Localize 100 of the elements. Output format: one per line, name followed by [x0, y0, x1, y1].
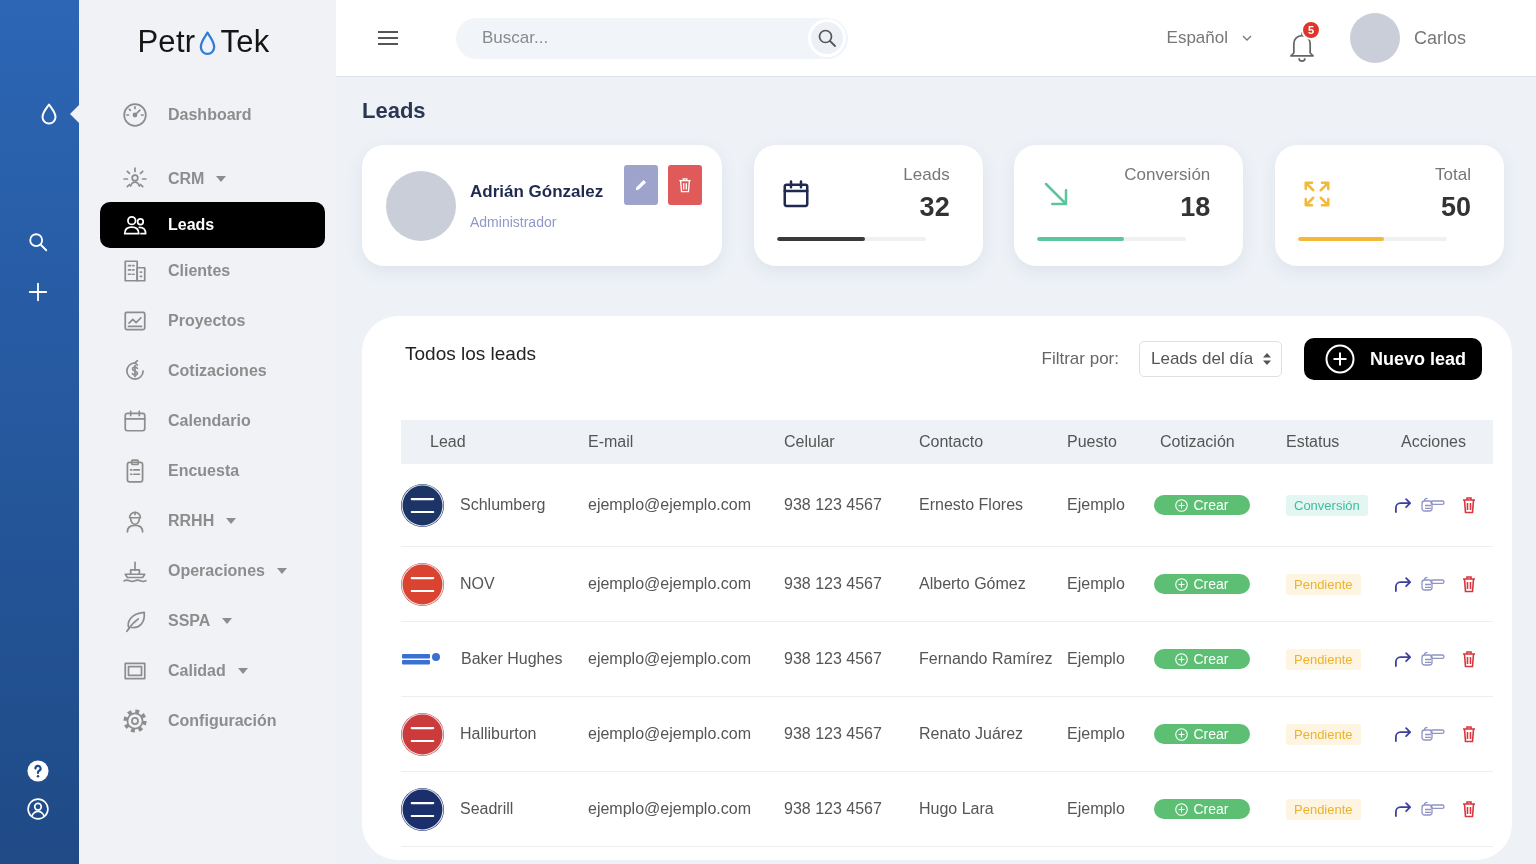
- create-quote-button[interactable]: Crear: [1154, 799, 1250, 819]
- create-quote-button[interactable]: Crear: [1154, 574, 1250, 594]
- plus-circle-icon: [1175, 652, 1189, 666]
- sidebar-item[interactable]: SSPA: [100, 598, 325, 644]
- status-badge: Pendiente: [1286, 573, 1361, 595]
- user-icon[interactable]: [26, 798, 49, 820]
- column-header: Celular: [784, 433, 836, 451]
- profile-role: Administrador: [470, 213, 557, 230]
- sidebar-item[interactable]: Dashboard: [100, 92, 325, 138]
- create-quote-button[interactable]: Crear: [1154, 495, 1250, 515]
- sidebar-item[interactable]: Operaciones: [100, 548, 325, 594]
- trash-icon[interactable]: [1462, 496, 1476, 514]
- search-icon[interactable]: [26, 231, 49, 253]
- logo-text: Petr: [137, 24, 196, 60]
- contact-name: Fernando Ramírez: [919, 650, 1053, 668]
- create-quote-button[interactable]: Crear: [1154, 649, 1250, 669]
- logo-text: Tek: [220, 24, 270, 60]
- pointing-hand-icon[interactable]: [1421, 497, 1445, 513]
- sidebar-item[interactable]: Encuesta: [100, 448, 325, 494]
- email-text: ejemplo@ejemplo.com: [588, 496, 751, 514]
- gauge-icon: [122, 102, 148, 128]
- new-lead-button[interactable]: Nuevo lead: [1304, 338, 1482, 380]
- lead-name: Seadrill: [460, 800, 514, 818]
- status-badge: Pendiente: [1286, 798, 1361, 820]
- plus-circle-icon: [1175, 498, 1189, 512]
- chart-icon: [122, 308, 148, 334]
- sidebar-item[interactable]: Leads: [100, 202, 325, 248]
- email-text: ejemplo@ejemplo.com: [588, 575, 751, 593]
- lead-name: Halliburton: [460, 725, 537, 743]
- help-icon[interactable]: [26, 760, 49, 782]
- panel-title: Todos los leads: [405, 343, 536, 365]
- settings-icon: [122, 708, 148, 734]
- pointing-hand-icon[interactable]: [1421, 576, 1445, 592]
- pointing-hand-icon[interactable]: [1421, 726, 1445, 742]
- search-button[interactable]: [808, 17, 848, 59]
- pencil-icon: [634, 177, 648, 193]
- email-text: ejemplo@ejemplo.com: [588, 725, 751, 743]
- menu-icon[interactable]: [378, 31, 398, 45]
- language-select[interactable]: Español: [1166, 28, 1252, 48]
- search-field[interactable]: Buscar...: [456, 17, 808, 59]
- status-badge: Conversión: [1286, 494, 1368, 516]
- position-text: Ejemplo: [1067, 800, 1125, 818]
- trash-icon[interactable]: [1462, 650, 1476, 668]
- trash-icon: [678, 177, 692, 193]
- sidebar-item[interactable]: Calidad: [100, 648, 325, 694]
- contact-name: Ernesto Flores: [919, 496, 1024, 514]
- position-text: Ejemplo: [1067, 650, 1125, 668]
- building-icon: [122, 258, 148, 284]
- pointing-hand-icon[interactable]: [1421, 801, 1445, 817]
- sidebar-item[interactable]: Proyectos: [100, 298, 325, 344]
- status-badge: Pendiente: [1286, 723, 1361, 745]
- turn-arrow-icon[interactable]: [1394, 801, 1412, 817]
- turn-arrow-icon[interactable]: [1394, 576, 1412, 592]
- trash-icon[interactable]: [1462, 725, 1476, 743]
- plus-icon[interactable]: [26, 281, 49, 303]
- lead-name: Schlumberg: [460, 496, 546, 514]
- column-header: Contacto: [919, 433, 985, 451]
- stat-value: 18: [1180, 191, 1211, 224]
- filter-select[interactable]: Leads del día: [1139, 341, 1282, 377]
- phone-text: 938 123 4567: [784, 725, 882, 743]
- turn-arrow-icon[interactable]: [1394, 726, 1412, 742]
- sidebar-item[interactable]: Clientes: [100, 248, 325, 294]
- sidebar-item[interactable]: Calendario: [100, 398, 325, 444]
- turn-arrow-icon[interactable]: [1394, 651, 1412, 667]
- plus-circle-icon: [1175, 577, 1189, 591]
- trash-icon[interactable]: [1462, 575, 1476, 593]
- position-text: Ejemplo: [1067, 575, 1125, 593]
- column-header: Lead: [429, 433, 467, 451]
- calendar-icon: [780, 179, 811, 209]
- chevron-down-icon: [1242, 35, 1252, 41]
- delete-button[interactable]: [668, 165, 702, 205]
- lead-name: NOV: [460, 575, 495, 593]
- sidebar-item[interactable]: RRHH: [100, 498, 325, 544]
- plus-circle-icon: [1175, 802, 1189, 816]
- trash-icon[interactable]: [1462, 800, 1476, 818]
- stat-label: Total: [1435, 164, 1471, 186]
- position-text: Ejemplo: [1067, 496, 1125, 514]
- up-down-arrows-icon: [1263, 353, 1271, 365]
- lead-name: Baker Hughes: [461, 650, 563, 668]
- pointing-hand-icon[interactable]: [1421, 651, 1445, 667]
- page-title: Leads: [362, 97, 427, 125]
- column-header: Estatus: [1286, 433, 1341, 451]
- column-header: Puesto: [1067, 433, 1118, 451]
- turn-arrow-icon[interactable]: [1394, 497, 1412, 513]
- contact-name: Hugo Lara: [919, 800, 994, 818]
- profile-name: Adrián Gónzalez: [470, 181, 604, 202]
- drop-icon: [198, 30, 218, 58]
- column-header: Acciones: [1400, 433, 1467, 451]
- sidebar-item[interactable]: CRM: [100, 156, 325, 202]
- sidebar-item[interactable]: Configuración: [100, 698, 325, 744]
- notifications-button[interactable]: 5: [1288, 19, 1321, 63]
- search-icon: [808, 19, 846, 57]
- column-header: Cotización: [1159, 433, 1236, 451]
- status-badge: Pendiente: [1286, 648, 1361, 670]
- sidebar-item[interactable]: Cotizaciones: [100, 348, 325, 394]
- phone-text: 938 123 4567: [784, 575, 882, 593]
- plus-circle-icon: [1175, 727, 1189, 741]
- user-name: Carlos: [1414, 27, 1466, 49]
- create-quote-button[interactable]: Crear: [1154, 724, 1250, 744]
- stat-label: Leads: [903, 164, 950, 186]
